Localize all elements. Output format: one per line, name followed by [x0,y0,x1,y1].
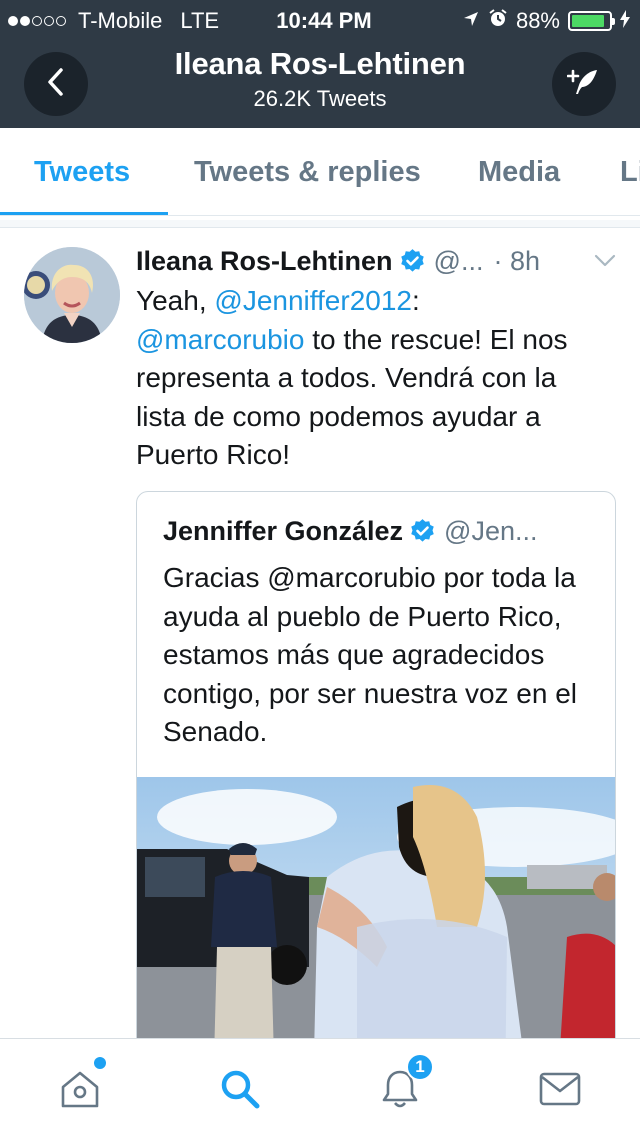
chevron-left-icon [45,67,67,102]
alarm-clock-icon [488,8,508,34]
status-right: 88% [462,8,630,34]
tweet-author-name[interactable]: Ileana Ros-Lehtinen [136,246,393,277]
tweet-text-prefix: Yeah, [136,285,215,316]
compose-tweet-icon [566,67,601,102]
quoted-tweet-card[interactable]: Jenniffer González @Jen... Gracias @marc… [136,491,616,1091]
verified-badge-icon [399,248,426,275]
header-title-block: Ileana Ros-Lehtinen 26.2K Tweets [100,46,540,112]
active-tab-indicator [0,212,168,215]
location-arrow-icon [462,8,480,34]
tab-likes[interactable]: Likes [620,156,640,189]
notifications-tab-button[interactable]: 1 [372,1053,434,1119]
new-content-dot [94,1057,106,1069]
home-icon [58,1068,102,1115]
mention-link[interactable]: @marcorubio [136,324,304,355]
quoted-author-name: Jenniffer González [163,516,404,546]
tweet-header: Ileana Ros-Lehtinen @... · 8h [136,244,626,278]
quoted-tweet-header: Jenniffer González @Jen... [163,516,603,547]
battery-icon [568,11,615,31]
notification-count-badge: 1 [406,1053,434,1081]
section-divider [0,220,640,228]
charging-bolt-icon [620,8,630,34]
tweet-author-handle[interactable]: @... [434,246,484,277]
tweet-timestamp[interactable]: · 8h [493,246,540,277]
messages-tab-button[interactable] [532,1063,588,1119]
avatar[interactable] [24,247,120,343]
tweet-text-mid: : [412,285,420,316]
profile-name-title: Ileana Ros-Lehtinen [174,46,466,81]
search-icon [218,1067,262,1116]
tab-tweets-and-replies[interactable]: Tweets & replies [194,156,421,189]
home-tab-button[interactable] [52,1057,108,1119]
battery-percent: 88% [515,8,560,33]
profile-tabs: Tweets Tweets & replies Media Likes [0,128,640,216]
bottom-tab-bar: 1 [0,1038,640,1136]
chevron-down-icon[interactable] [594,254,616,268]
tab-media[interactable]: Media [478,156,560,189]
quoted-tweet-text: Gracias @marcorubio por toda la ayuda al… [163,562,578,747]
verified-badge-icon [409,518,436,545]
profile-header: T-Mobile LTE 10:44 PM 88% Ileana Ros-Leh… [0,0,640,128]
search-tab-button[interactable] [212,1063,268,1119]
tweet-count: 26.2K Tweets [253,86,387,111]
compose-tweet-button[interactable] [552,52,616,116]
envelope-icon [538,1071,582,1112]
quoted-author-handle: @Jen... [444,516,538,546]
tweet-text: Yeah, @Jenniffer2012: @marcorubio to the… [136,282,606,475]
status-bar: T-Mobile LTE 10:44 PM 88% [0,0,640,40]
tab-tweets[interactable]: Tweets [34,156,130,189]
back-button[interactable] [24,52,88,116]
mention-link[interactable]: @Jenniffer2012 [214,285,412,316]
